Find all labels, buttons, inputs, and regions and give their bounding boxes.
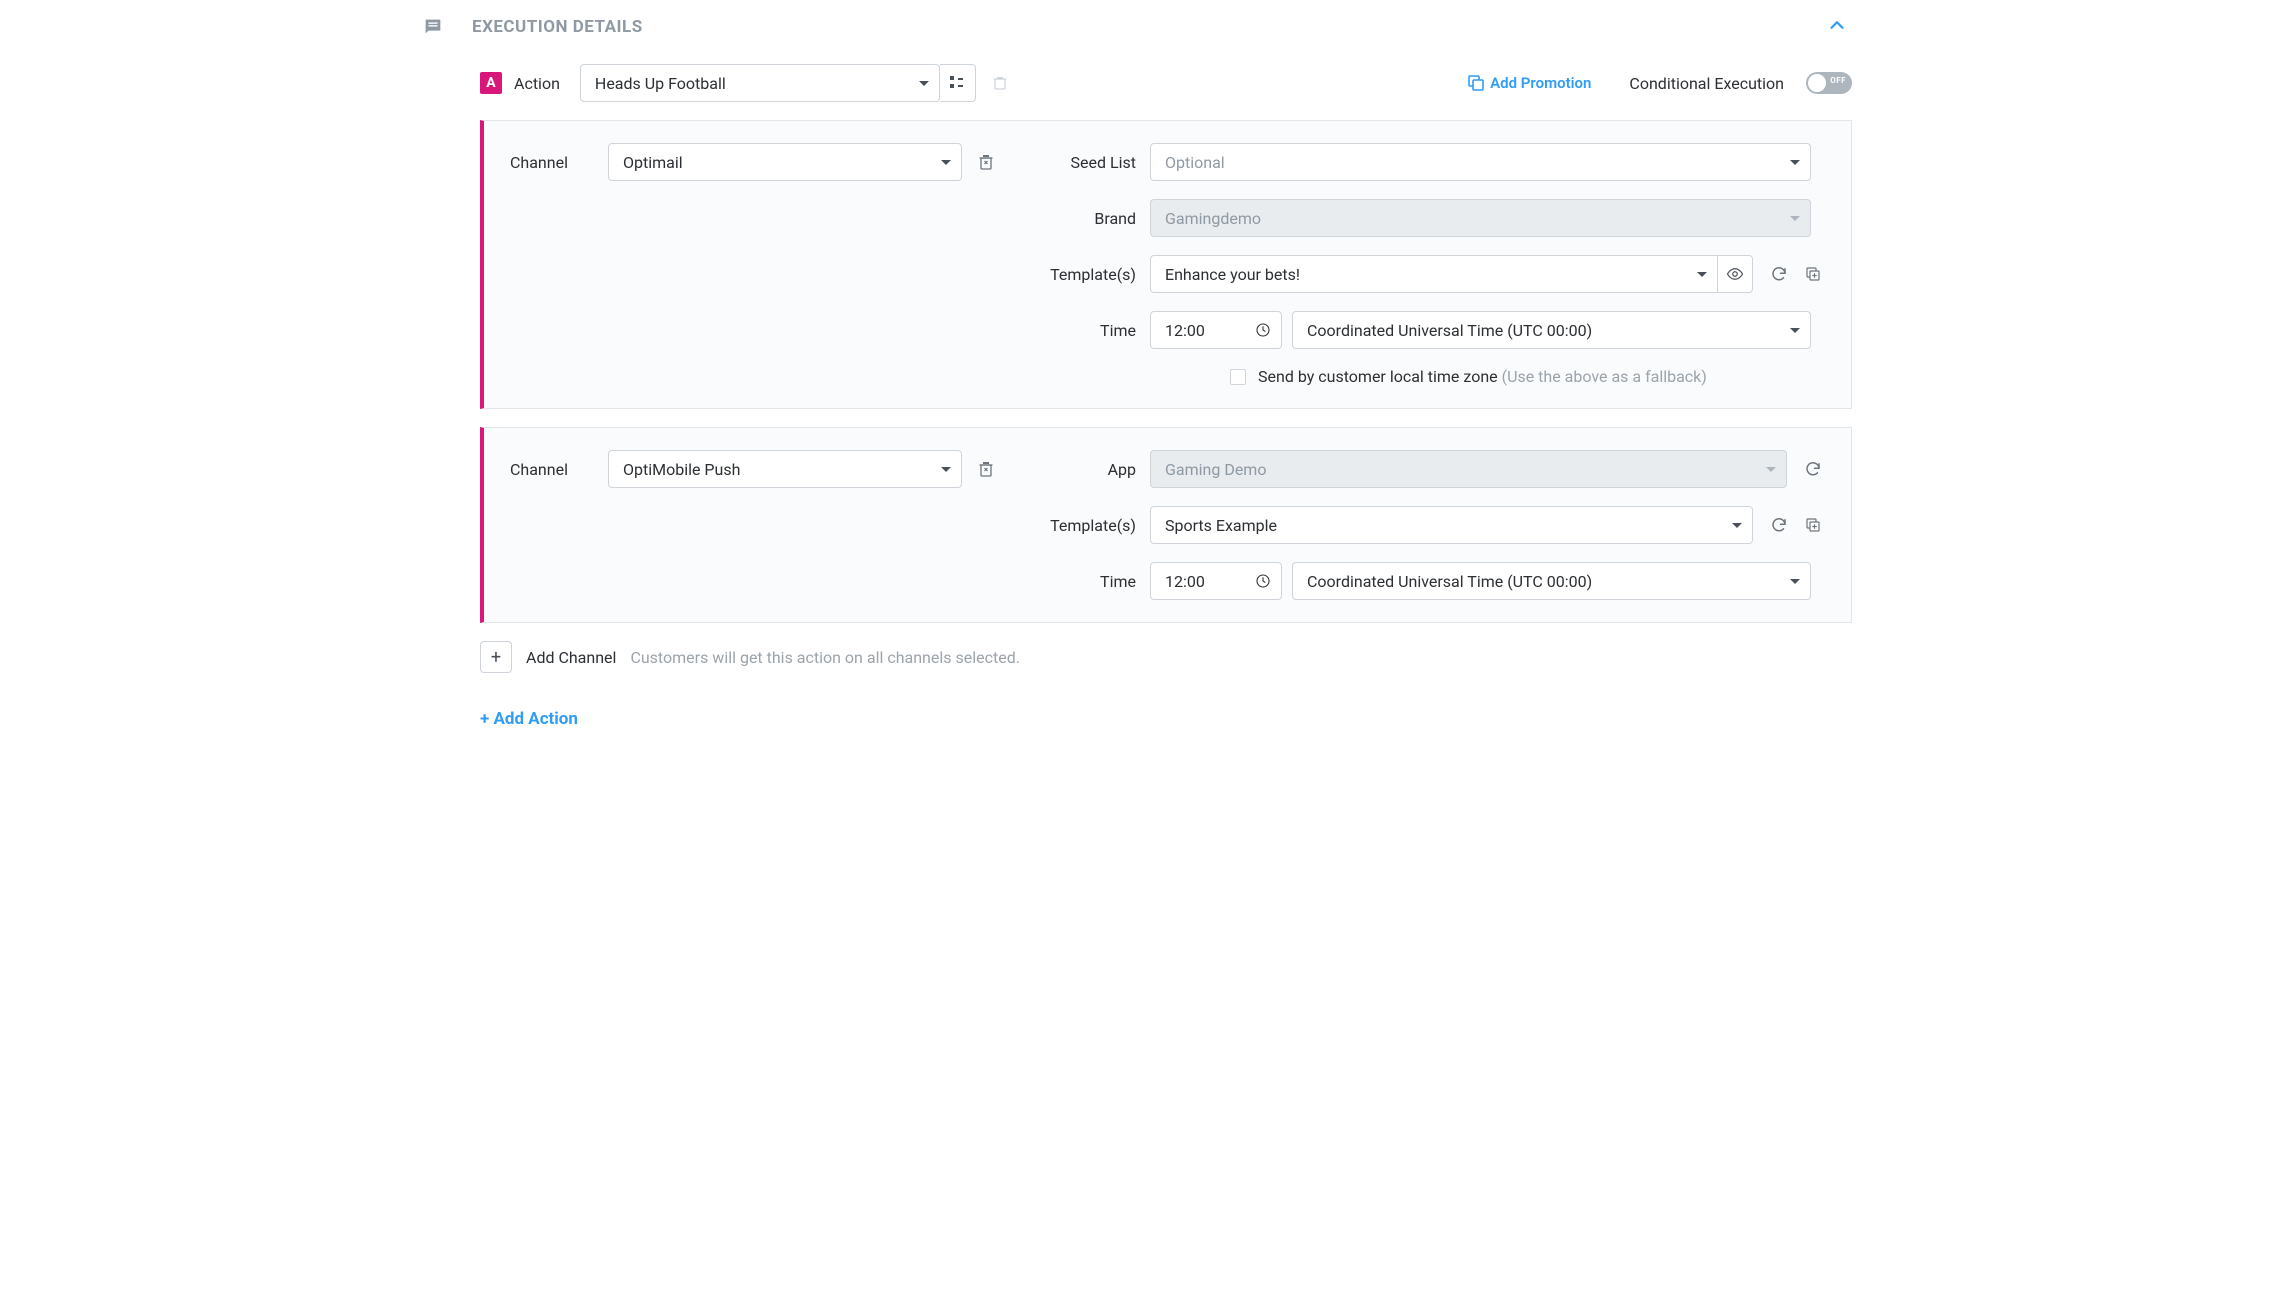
delete-action-button bbox=[988, 71, 1012, 95]
refresh-icon bbox=[1770, 265, 1788, 283]
local-time-hint: (Use the above as a fallback) bbox=[1502, 367, 1707, 386]
page-title: EXECUTION DETAILS bbox=[472, 17, 1794, 37]
time-input[interactable]: 12:00 bbox=[1150, 311, 1282, 349]
time-value: 12:00 bbox=[1165, 321, 1205, 340]
add-promotion-link[interactable]: Add Promotion bbox=[1468, 74, 1591, 92]
template-copy-button[interactable] bbox=[1801, 513, 1825, 537]
trash-icon bbox=[978, 153, 994, 171]
add-promotion-label: Add Promotion bbox=[1490, 74, 1591, 92]
refresh-icon bbox=[1770, 516, 1788, 534]
template-value: Sports Example bbox=[1165, 516, 1277, 535]
clock-icon bbox=[1255, 573, 1271, 589]
template-select[interactable]: Enhance your bets! bbox=[1150, 255, 1717, 293]
time-value: 12:00 bbox=[1165, 572, 1205, 591]
copy-icon bbox=[1468, 75, 1484, 91]
channel-block-2: Channel OptiMobile Push bbox=[480, 427, 1852, 623]
delete-channel-button[interactable] bbox=[974, 457, 998, 481]
channel-block-1: Channel Optimail bbox=[480, 120, 1852, 409]
app-refresh-button[interactable] bbox=[1801, 457, 1825, 481]
action-label: Action bbox=[514, 74, 560, 93]
timezone-select[interactable]: Coordinated Universal Time (UTC 00:00) bbox=[1292, 311, 1811, 349]
copy-plus-icon bbox=[1804, 265, 1822, 283]
app-value: Gaming Demo bbox=[1165, 460, 1266, 479]
template-select[interactable]: Sports Example bbox=[1150, 506, 1753, 544]
action-row: A Action Heads Up Football bbox=[480, 64, 1852, 102]
chevron-down-icon bbox=[919, 81, 929, 86]
templates-label: Template(s) bbox=[1016, 516, 1136, 535]
channel-select[interactable]: Optimail bbox=[608, 143, 962, 181]
action-select-value: Heads Up Football bbox=[595, 74, 726, 93]
clock-icon bbox=[1255, 322, 1271, 338]
delete-channel-button[interactable] bbox=[974, 150, 998, 174]
channel-label: Channel bbox=[510, 460, 590, 479]
add-channel-label: Add Channel bbox=[526, 648, 616, 667]
add-channel-hint: Customers will get this action on all ch… bbox=[630, 648, 1020, 667]
time-label: Time bbox=[1016, 572, 1136, 591]
chevron-down-icon bbox=[1790, 328, 1800, 333]
app-label: App bbox=[1016, 460, 1136, 479]
chat-icon bbox=[422, 16, 444, 38]
timezone-value: Coordinated Universal Time (UTC 00:00) bbox=[1307, 321, 1592, 340]
template-refresh-button[interactable] bbox=[1767, 513, 1791, 537]
channel-select[interactable]: OptiMobile Push bbox=[608, 450, 962, 488]
chevron-down-icon bbox=[941, 160, 951, 165]
action-select[interactable]: Heads Up Football bbox=[580, 64, 940, 102]
refresh-icon bbox=[1804, 460, 1822, 478]
toggle-state-text: OFF bbox=[1830, 76, 1846, 85]
add-channel-button[interactable]: + bbox=[480, 641, 512, 673]
timezone-value: Coordinated Universal Time (UTC 00:00) bbox=[1307, 572, 1592, 591]
time-label: Time bbox=[1016, 321, 1136, 340]
action-badge: A bbox=[480, 72, 502, 94]
time-input[interactable]: 12:00 bbox=[1150, 562, 1282, 600]
channel-select-value: Optimail bbox=[623, 153, 683, 172]
template-value: Enhance your bets! bbox=[1165, 265, 1300, 284]
channel-select-value: OptiMobile Push bbox=[623, 460, 740, 479]
chevron-down-icon bbox=[1732, 523, 1742, 528]
add-channel-row: + Add Channel Customers will get this ac… bbox=[480, 641, 1852, 673]
brand-label: Brand bbox=[1016, 209, 1136, 228]
collapse-button[interactable] bbox=[1822, 10, 1852, 44]
brand-value: Gamingdemo bbox=[1165, 209, 1261, 228]
add-action-link[interactable]: + Add Action bbox=[480, 709, 1852, 729]
chevron-down-icon bbox=[1766, 467, 1776, 472]
chevron-down-icon bbox=[1790, 579, 1800, 584]
templates-label: Template(s) bbox=[1016, 265, 1136, 284]
local-time-checkbox[interactable] bbox=[1230, 369, 1246, 385]
chevron-up-icon bbox=[1826, 14, 1848, 36]
chevron-down-icon bbox=[941, 467, 951, 472]
template-refresh-button[interactable] bbox=[1767, 262, 1791, 286]
tree-icon bbox=[949, 75, 965, 91]
seed-list-label: Seed List bbox=[1016, 153, 1136, 172]
brand-select: Gamingdemo bbox=[1150, 199, 1811, 237]
trash-icon bbox=[978, 460, 994, 478]
eye-icon bbox=[1726, 265, 1744, 283]
action-tree-button[interactable] bbox=[940, 64, 976, 102]
local-time-label: Send by customer local time zone (Use th… bbox=[1258, 367, 1707, 386]
copy-plus-icon bbox=[1804, 516, 1822, 534]
conditional-execution-label: Conditional Execution bbox=[1629, 74, 1784, 93]
seed-list-placeholder: Optional bbox=[1165, 153, 1225, 172]
chevron-down-icon bbox=[1697, 272, 1707, 277]
conditional-execution-toggle[interactable]: OFF bbox=[1806, 72, 1852, 94]
chevron-down-icon bbox=[1790, 216, 1800, 221]
seed-list-select[interactable]: Optional bbox=[1150, 143, 1811, 181]
template-preview-button[interactable] bbox=[1717, 255, 1753, 293]
timezone-select[interactable]: Coordinated Universal Time (UTC 00:00) bbox=[1292, 562, 1811, 600]
channel-label: Channel bbox=[510, 153, 590, 172]
template-copy-button[interactable] bbox=[1801, 262, 1825, 286]
app-select: Gaming Demo bbox=[1150, 450, 1787, 488]
chevron-down-icon bbox=[1790, 160, 1800, 165]
trash-icon bbox=[992, 75, 1008, 91]
